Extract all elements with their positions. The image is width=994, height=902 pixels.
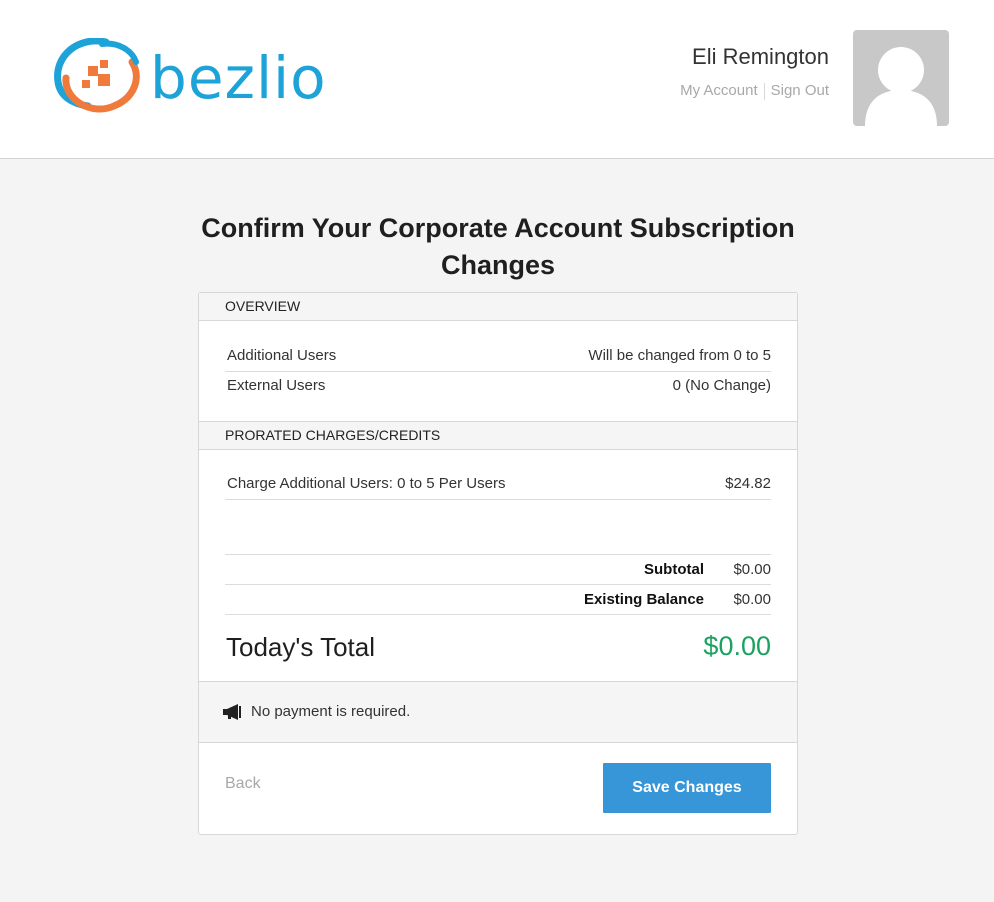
prorated-row-label: Charge Additional Users: 0 to 5 Per User… [227, 475, 506, 492]
existing-balance-label: Existing Balance [583, 591, 704, 608]
overview-row-label: External Users [227, 377, 326, 394]
overview-row: External Users 0 (No Change) [227, 371, 771, 401]
existing-balance-value: $0.00 [733, 591, 771, 608]
subtotal-label: Subtotal [644, 561, 704, 578]
existing-balance-row: Existing Balance $0.00 [227, 585, 771, 615]
overview-row-value: 0 (No Change) [672, 377, 771, 394]
payment-notice: No payment is required. [199, 681, 797, 743]
avatar[interactable] [853, 30, 949, 126]
back-button[interactable]: Back [225, 775, 261, 793]
overview-row: Additional Users Will be changed from 0 … [227, 341, 771, 371]
page-title: Confirm Your Corporate Account Subscript… [201, 213, 795, 280]
megaphone-icon [223, 704, 241, 720]
prorated-row: Charge Additional Users: 0 to 5 Per User… [227, 469, 771, 499]
bezlio-logo-text: bezlio [150, 44, 327, 112]
todays-total-label: Today's Total [226, 632, 376, 662]
user-name: Eli Remington [692, 44, 829, 69]
header: bezlio Eli Remington My Account Sign Out [0, 0, 994, 159]
bezlio-logo-icon [54, 38, 140, 113]
prorated-row-value: $24.82 [725, 475, 771, 492]
notice-text: No payment is required. [251, 703, 411, 720]
row-divider [225, 499, 771, 500]
sign-out-link[interactable]: Sign Out [771, 82, 829, 99]
user-links: My Account Sign Out [680, 82, 829, 100]
bezlio-logo[interactable]: bezlio [52, 38, 352, 118]
my-account-link[interactable]: My Account [680, 82, 758, 99]
overview-row-value: Will be changed from 0 to 5 [588, 347, 771, 364]
subscription-summary-card: OVERVIEW Additional Users Will be change… [198, 292, 798, 835]
subtotal-value: $0.00 [733, 561, 771, 578]
prorated-heading: PRORATED CHARGES/CREDITS [199, 421, 797, 450]
subtotal-row: Subtotal $0.00 [227, 555, 771, 585]
save-changes-button[interactable]: Save Changes [603, 763, 771, 813]
summary-divider [225, 614, 771, 615]
overview-row-label: Additional Users [227, 347, 337, 364]
user-silhouette-icon [865, 47, 937, 126]
link-divider [763, 82, 765, 100]
overview-heading: OVERVIEW [199, 292, 797, 321]
todays-total-value: $0.00 [703, 631, 771, 661]
